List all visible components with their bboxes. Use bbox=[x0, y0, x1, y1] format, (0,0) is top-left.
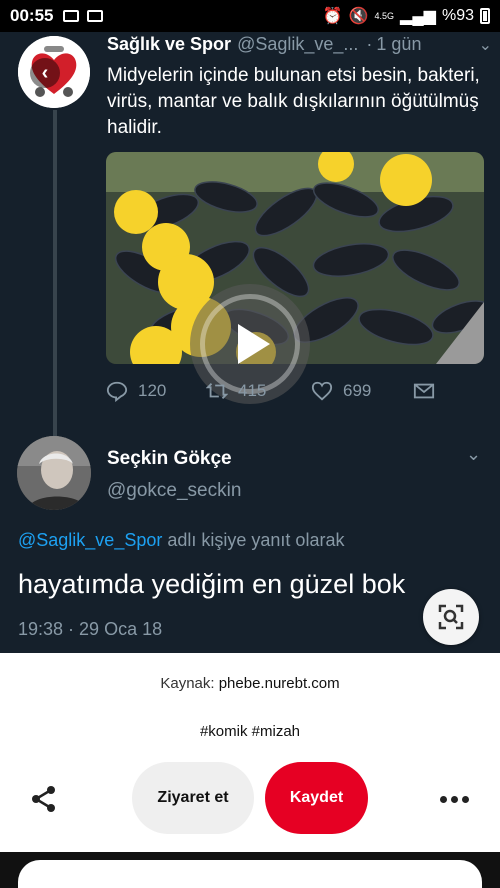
reply-timestamp: 19:38 · 29 Oca 18 bbox=[18, 619, 163, 639]
author-handle: @Saglik_ve_... bbox=[237, 34, 359, 54]
status-indicators: ⏰ 🔇 4.5G ▂▄▆ %93 bbox=[323, 6, 490, 26]
source-label: Kaynak: bbox=[160, 675, 215, 692]
heart-icon bbox=[311, 381, 333, 401]
chevron-down-icon: ⌄ bbox=[478, 36, 492, 54]
retweet-count: 415 bbox=[238, 381, 267, 400]
tweet-text: Midyelerin içinde bulunan etsi besin, ba… bbox=[107, 65, 480, 138]
alarm-icon: ⏰ bbox=[322, 8, 343, 25]
status-time: 00:55 bbox=[10, 6, 54, 25]
share-icon bbox=[32, 786, 55, 812]
network-type: 4.5G bbox=[374, 10, 395, 21]
play-icon bbox=[238, 324, 270, 364]
avatar bbox=[17, 436, 91, 510]
tweet-header: Sağlık ve Spor @Saglik_ve_... · 1 gün ⌄ bbox=[107, 34, 492, 55]
reply-context: @Saglik_ve_Spor adlı kişiye yanıt olarak bbox=[18, 530, 344, 551]
more-dot bbox=[439, 795, 447, 803]
more-options-button[interactable] bbox=[434, 781, 474, 817]
signal-icon: ▂▄▆ bbox=[400, 8, 436, 25]
retweet-icon bbox=[206, 383, 228, 399]
author-name: Sağlık ve Spor bbox=[107, 34, 232, 54]
status-bar: 00:55 ⏰ 🔇 4.5G ▂▄▆ %93 bbox=[0, 0, 500, 32]
author-handle: @gokce_seckin bbox=[107, 480, 242, 501]
back-button[interactable]: ‹ bbox=[30, 58, 60, 88]
more-dot bbox=[461, 795, 469, 803]
reply-text: hayatımda yediğim en güzel bok bbox=[18, 569, 406, 599]
retweet-action[interactable]: 415 bbox=[206, 380, 266, 402]
thread-line bbox=[53, 110, 57, 460]
envelope-icon bbox=[413, 383, 435, 399]
pin-tags[interactable]: #komik #mizah bbox=[0, 723, 500, 740]
battery-level: %93 bbox=[441, 7, 474, 24]
author-name: Seçkin Gökçe bbox=[107, 448, 232, 469]
like-action[interactable]: 699 bbox=[311, 380, 371, 402]
separator: · bbox=[366, 34, 373, 54]
mention-link: @Saglik_ve_Spor bbox=[18, 530, 163, 550]
save-button[interactable]: Kaydet bbox=[265, 762, 368, 834]
share-button[interactable] bbox=[26, 781, 62, 817]
mail-notification-icon bbox=[87, 10, 104, 22]
reply-count: 120 bbox=[138, 381, 167, 400]
share-tweet-action[interactable] bbox=[413, 380, 435, 402]
reply-icon bbox=[106, 381, 128, 402]
pin-source[interactable]: Kaynak: phebe.nurebt.com bbox=[0, 675, 500, 692]
battery-icon bbox=[480, 8, 490, 24]
more-dot bbox=[450, 795, 458, 803]
lens-search-icon bbox=[438, 604, 464, 630]
visit-button[interactable]: Ziyaret et bbox=[132, 762, 254, 834]
source-domain[interactable]: phebe.nurebt.com bbox=[219, 675, 340, 692]
tweet-actions: 120 415 699 bbox=[106, 380, 446, 404]
like-count: 699 bbox=[343, 381, 372, 400]
tweet-time: 1 gün bbox=[376, 34, 422, 54]
reply-action[interactable]: 120 bbox=[106, 380, 166, 402]
gallery-notification-icon bbox=[63, 10, 80, 22]
tweet-image[interactable]: ‹ Sağlık ve Spor @Saglik_ve_... · 1 gün … bbox=[0, 32, 500, 655]
next-card bbox=[18, 860, 482, 888]
visual-search-button[interactable] bbox=[423, 589, 479, 645]
chevron-down-icon: ⌄ bbox=[466, 444, 482, 464]
reply-context-label: adlı kişiye yanıt olarak bbox=[167, 530, 345, 550]
mute-icon: 🔇 bbox=[348, 8, 369, 25]
